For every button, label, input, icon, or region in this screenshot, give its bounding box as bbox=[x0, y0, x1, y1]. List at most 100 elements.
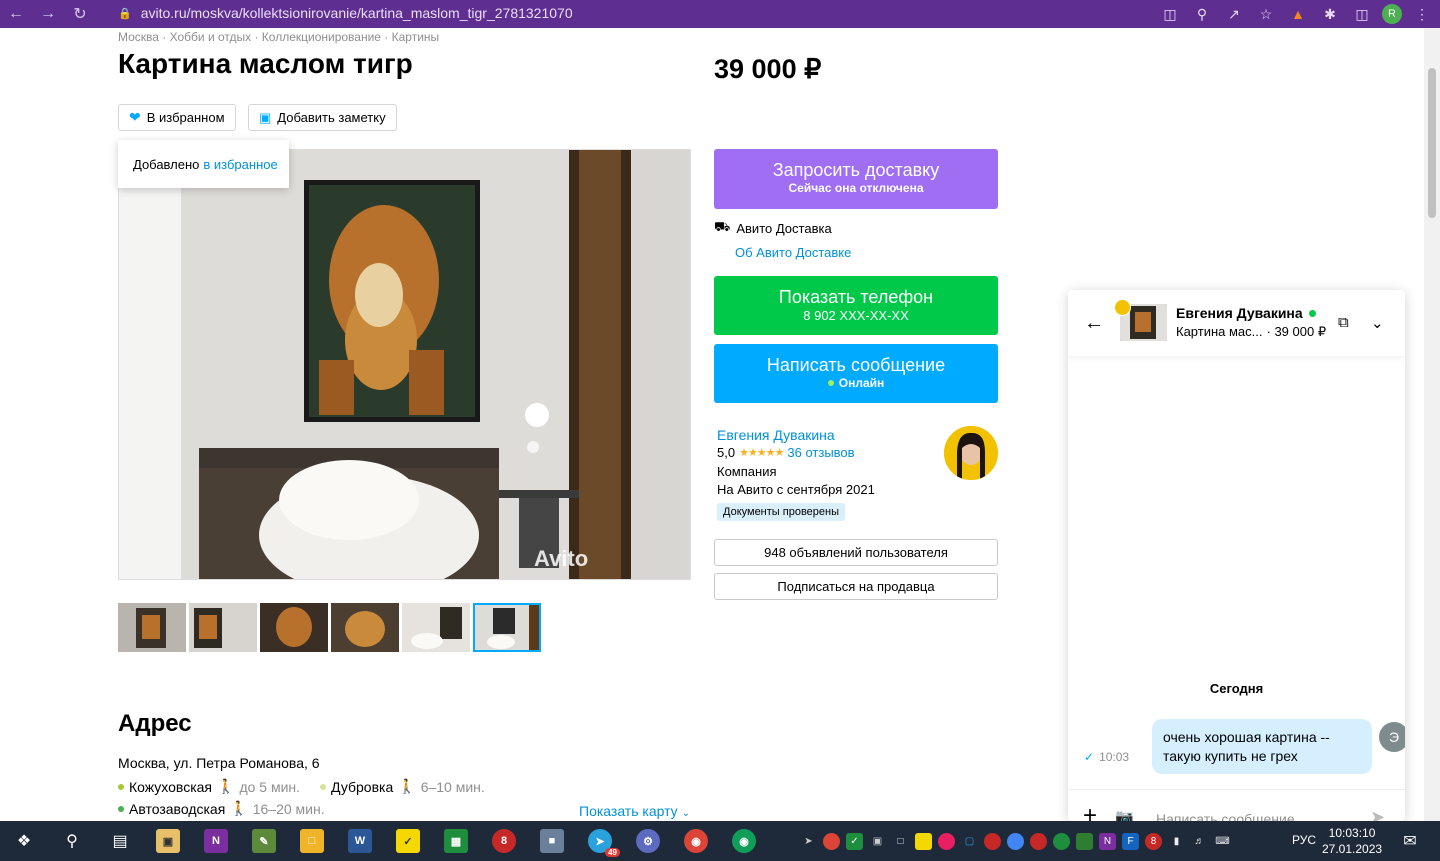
tray-fx-icon[interactable]: F bbox=[1122, 832, 1139, 850]
telegram-icon[interactable]: ➤ 49 bbox=[576, 821, 624, 861]
thumbnail[interactable] bbox=[402, 603, 470, 652]
forward-icon[interactable]: → bbox=[32, 0, 64, 28]
paint-icon[interactable]: ■ bbox=[528, 821, 576, 861]
chrome-profile-icon[interactable]: ◉ bbox=[720, 821, 768, 861]
tray-xbox-icon[interactable] bbox=[1076, 832, 1093, 850]
favorites-link[interactable]: в избранное bbox=[203, 157, 277, 172]
translate-icon[interactable]: ◫ bbox=[1158, 2, 1182, 26]
tray-red-icon[interactable] bbox=[1030, 832, 1047, 850]
thumbnail[interactable] bbox=[260, 603, 328, 652]
main-photo[interactable]: Avito bbox=[118, 149, 691, 580]
explorer-icon[interactable]: □ bbox=[288, 821, 336, 861]
show-phone-button[interactable]: Показать телефон 8 902 XXX-XX-XX bbox=[714, 276, 998, 335]
windows-start-icon[interactable]: ❖ bbox=[0, 821, 48, 861]
reload-icon[interactable]: ↻ bbox=[64, 0, 96, 28]
thumbnail[interactable] bbox=[118, 603, 186, 652]
add-note-button[interactable]: ▣ Добавить заметку bbox=[248, 104, 397, 131]
profile-avatar[interactable]: R bbox=[1382, 4, 1402, 24]
notepad-icon[interactable]: ✎ bbox=[240, 821, 288, 861]
share-icon[interactable]: ↗ bbox=[1222, 2, 1246, 26]
truck-icon: ⛟ bbox=[714, 219, 731, 234]
camera-icon[interactable]: 📷 bbox=[1115, 808, 1134, 821]
reviews-link[interactable]: 36 отзывов bbox=[787, 445, 854, 460]
system-clock[interactable]: 10:03:10 27.01.2023 bbox=[1322, 825, 1382, 857]
tray-g-icon[interactable] bbox=[1053, 832, 1070, 850]
seller-listings-button[interactable]: 948 объявлений пользователя bbox=[714, 539, 998, 566]
page-scrollbar[interactable] bbox=[1424, 28, 1440, 821]
message-input[interactable]: Написать сообщение bbox=[1156, 811, 1295, 821]
chat-input-bar: + 📷 Написать сообщение ➤ bbox=[1068, 789, 1405, 821]
tray-chrome-icon[interactable] bbox=[823, 832, 840, 850]
menu-icon[interactable]: ⋮ bbox=[1410, 2, 1434, 26]
scrollbar-thumb[interactable] bbox=[1428, 68, 1436, 218]
tray-8-icon[interactable]: 8 bbox=[1145, 832, 1162, 850]
app-8-icon[interactable]: 8 bbox=[480, 821, 528, 861]
favorite-button[interactable]: ❤ В избранном bbox=[118, 104, 236, 131]
sidepanel-icon[interactable]: ◫ bbox=[1350, 2, 1374, 26]
back-arrow-icon[interactable]: ← bbox=[1084, 312, 1104, 335]
word-icon[interactable]: W bbox=[336, 821, 384, 861]
chat-seller-name[interactable]: Евгения Дувакина bbox=[1176, 305, 1316, 321]
extensions-icon[interactable]: ✱ bbox=[1318, 2, 1342, 26]
tray-app-icon[interactable] bbox=[1007, 832, 1024, 850]
battery-icon[interactable]: ▮ bbox=[1168, 833, 1185, 850]
files-app-icon[interactable]: ▣ bbox=[144, 821, 192, 861]
chat-date-divider: Сегодня bbox=[1209, 681, 1264, 696]
zoom-icon[interactable]: ⚲ bbox=[1190, 2, 1214, 26]
user-avatar: Э bbox=[1379, 722, 1405, 752]
url-text: avito.ru/moskva/kollektsionirovanie/kart… bbox=[140, 5, 573, 21]
settings-app-icon[interactable]: ⚙ bbox=[624, 821, 672, 861]
task-view-icon[interactable]: ▤ bbox=[96, 821, 144, 861]
send-icon[interactable]: ➤ bbox=[1370, 807, 1385, 821]
keyboard-icon[interactable]: ⌨ bbox=[1214, 833, 1231, 850]
onenote-icon[interactable]: N bbox=[192, 821, 240, 861]
volume-icon[interactable]: ♬ bbox=[1191, 833, 1208, 850]
chat-header: ← Евгения Дувакина Картина мас... · 39 0… bbox=[1068, 290, 1405, 356]
sheets-icon[interactable]: ▦ bbox=[432, 821, 480, 861]
subscribe-seller-button[interactable]: Подписаться на продавца bbox=[714, 573, 998, 600]
write-message-button[interactable]: Написать сообщение Онлайн bbox=[714, 344, 998, 403]
tray-onenote-icon[interactable]: N bbox=[1099, 832, 1116, 850]
thumbnail-active[interactable] bbox=[473, 603, 541, 652]
price: 39 000 ₽ bbox=[714, 54, 822, 84]
walk-icon: 🚶 bbox=[230, 800, 248, 816]
tray-target-icon[interactable] bbox=[938, 832, 955, 850]
search-icon[interactable]: ⚲ bbox=[48, 821, 96, 861]
tray-file-icon[interactable]: □ bbox=[892, 833, 909, 850]
tray-block-icon[interactable] bbox=[984, 832, 1001, 850]
lock-icon: 🔒 bbox=[118, 7, 132, 20]
tray-snip-icon[interactable]: ▢ bbox=[961, 833, 978, 850]
metro-line-icon bbox=[118, 805, 124, 812]
show-map-link[interactable]: Показать карту ⌄ bbox=[579, 803, 690, 819]
sticky-notes-icon[interactable]: ✓ bbox=[384, 821, 432, 861]
collapse-chevron-icon[interactable]: ⌄ bbox=[1371, 314, 1384, 332]
about-delivery-link[interactable]: Об Авито Доставке bbox=[735, 245, 851, 260]
metamask-icon[interactable]: ▲ bbox=[1286, 2, 1310, 26]
bookmark-star-icon[interactable]: ☆ bbox=[1254, 2, 1278, 26]
attach-plus-icon[interactable]: + bbox=[1083, 802, 1097, 821]
notifications-icon[interactable]: ✉ bbox=[1386, 821, 1434, 861]
language-indicator[interactable]: РУС bbox=[1292, 833, 1316, 847]
heart-icon: ❤ bbox=[129, 109, 141, 125]
system-tray: ➤ ✓ ▣ □ ▢ N F 8 ▮ ♬ ⌨ bbox=[800, 821, 1231, 861]
page-title: Картина маслом тигр bbox=[118, 48, 413, 79]
tray-shield-icon[interactable]: ✓ bbox=[846, 832, 863, 850]
thumbnail[interactable] bbox=[189, 603, 257, 652]
seller-name-link[interactable]: Евгения Дувакина bbox=[717, 427, 835, 443]
request-delivery-button[interactable]: Запросить доставку Сейчас она отключена bbox=[714, 149, 998, 209]
chrome-icon[interactable]: ◉ bbox=[672, 821, 720, 861]
seller-avatar[interactable] bbox=[944, 426, 998, 480]
tray-telegram-icon[interactable]: ➤ bbox=[800, 833, 817, 850]
online-dot-icon bbox=[827, 380, 834, 386]
note-icon: ▣ bbox=[259, 109, 272, 125]
walk-icon: 🚶 bbox=[398, 778, 416, 794]
thumbnail[interactable] bbox=[331, 603, 399, 652]
tray-monitor-icon[interactable]: ▣ bbox=[869, 833, 886, 850]
seller-since: На Авито с сентября 2021 bbox=[717, 482, 875, 497]
expand-icon[interactable]: ⧉ bbox=[1338, 314, 1349, 331]
tray-notes-icon[interactable] bbox=[915, 832, 932, 850]
seller-rating: 5,0 ★★★★★ 36 отзывов bbox=[717, 445, 855, 460]
back-icon[interactable]: ← bbox=[0, 0, 32, 28]
breadcrumb[interactable]: Москва · Хобби и отдых · Коллекционирова… bbox=[118, 30, 439, 44]
metro-stations-row: Автозаводская 🚶 16–20 мин. bbox=[118, 800, 325, 817]
